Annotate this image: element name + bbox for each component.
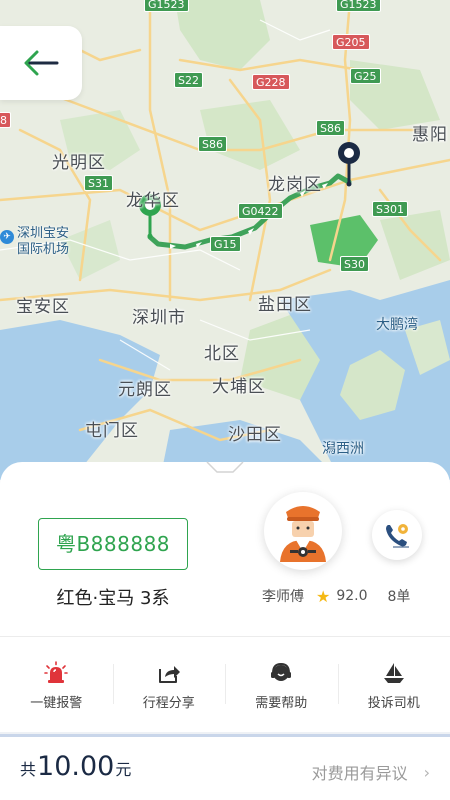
dispute-label: 对费用有异议 (311, 764, 408, 783)
action-label: 一键报警 (30, 695, 83, 711)
road-shield: S30 (340, 256, 369, 272)
divider (0, 636, 450, 637)
complaint-icon (381, 660, 407, 686)
license-plate: 粤B888888 (38, 518, 188, 570)
action-label: 需要帮助 (255, 695, 308, 711)
driver-orders: 8单 (387, 589, 411, 605)
road-shield: S31 (84, 175, 113, 191)
chevron-right-icon: › (423, 762, 430, 782)
vehicle-description: 红色·宝马 3系 (56, 588, 170, 609)
road-shield: G0422 (238, 203, 283, 219)
road-shield: S22 (174, 72, 203, 88)
back-button[interactable] (0, 26, 82, 100)
fare-amount: 10.00 (37, 751, 115, 782)
airport-marker: ✈ 深圳宝安 国际机场 (0, 226, 69, 258)
share-icon (156, 660, 182, 686)
call-driver-button[interactable] (372, 510, 422, 560)
driver-rating: 92.0 (336, 588, 368, 604)
driver-avatar[interactable] (264, 492, 342, 570)
fare-bar: 共 10.00 元 对费用有异议 › (0, 734, 450, 800)
arrow-left-icon (24, 50, 59, 76)
fare-unit: 元 (115, 760, 132, 779)
place-label: 光明区 (52, 153, 106, 173)
trip-info-sheet: 粤B888888 红色·宝马 3系 李师傅 ★ 92.0 8单 一键报警 行程分… (0, 460, 450, 732)
airport-label: 深圳宝安 (17, 226, 70, 241)
road-shield: G205 (332, 34, 370, 50)
road-shield: G1523 (144, 0, 189, 12)
star-icon: ★ (316, 586, 331, 606)
place-label: 惠阳 (412, 125, 448, 145)
place-label: 深圳市 (132, 308, 186, 328)
place-label: 龙岗区 (268, 175, 322, 195)
complaint-button[interactable]: 投诉司机 (337, 638, 450, 732)
place-label: 屯门区 (85, 421, 139, 441)
road-shield: S86 (316, 120, 345, 136)
place-label: 龙华区 (126, 191, 180, 211)
place-label: 北区 (204, 344, 240, 364)
place-label: 沙田区 (228, 425, 282, 445)
driver-name: 李师傅 (262, 589, 304, 605)
place-label: 元朗区 (118, 380, 172, 400)
driver-avatar-icon (280, 506, 326, 562)
road-shield: G15 (210, 236, 241, 252)
fare-dispute-link[interactable]: 对费用有异议 › (312, 760, 430, 784)
place-label: 盐田区 (258, 295, 312, 315)
headset-icon (268, 660, 294, 686)
help-button[interactable]: 需要帮助 (225, 638, 338, 732)
place-label: 大鹏湾 (376, 317, 418, 333)
airplane-icon: ✈ (0, 230, 14, 244)
share-trip-button[interactable]: 行程分享 (112, 638, 226, 732)
alarm-icon (43, 660, 69, 686)
phone-call-icon (386, 524, 409, 548)
alarm-button[interactable]: 一键报警 (0, 638, 113, 732)
fare-total: 共 10.00 元 (20, 751, 131, 782)
driver-info: 李师傅 ★ 92.0 8单 (262, 586, 410, 606)
action-bar: 一键报警 行程分享 需要帮助 投诉司机 (0, 638, 450, 732)
airport-label: 国际机场 (17, 242, 70, 257)
action-label: 投诉司机 (367, 695, 420, 711)
place-label: 宝安区 (16, 297, 70, 317)
road-shield: 8 (0, 112, 11, 128)
road-shield: G228 (252, 74, 290, 90)
place-label: 潟西洲 (322, 441, 364, 457)
collapse-chevron-icon[interactable] (205, 460, 245, 474)
road-shield: S86 (198, 136, 227, 152)
road-shield: G1523 (336, 0, 381, 12)
fare-prefix: 共 (20, 760, 37, 779)
place-label: 大埔区 (212, 377, 266, 397)
action-label: 行程分享 (142, 695, 195, 711)
road-shield: G25 (350, 68, 381, 84)
road-shield: S301 (372, 201, 408, 217)
